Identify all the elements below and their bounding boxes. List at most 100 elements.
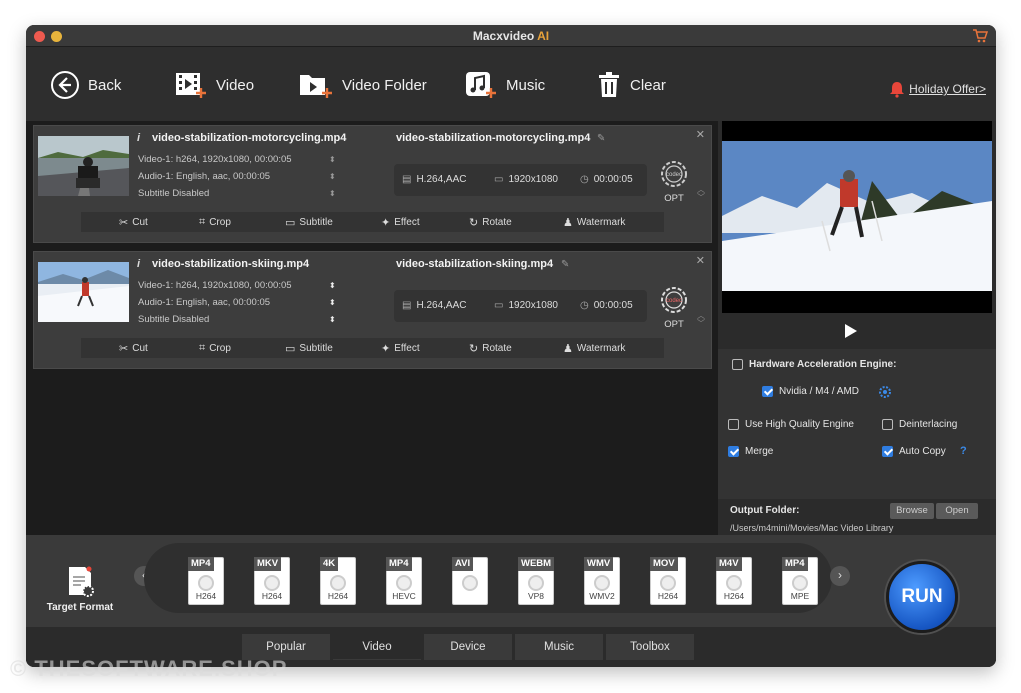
subtitle-track[interactable]: Subtitle Disabled (138, 314, 209, 325)
settings-panel: Hardware Acceleration Engine: Nvidia / M… (718, 349, 996, 499)
codec-options-button[interactable]: codec OPT (656, 284, 692, 330)
hq-engine-checkbox-box[interactable] (728, 419, 739, 430)
add-video-icon (176, 73, 206, 98)
codec-info: ▤ H.264,AAC (402, 174, 467, 185)
run-button[interactable]: RUN (886, 561, 958, 633)
output-filename[interactable]: video-stabilization-motorcycling.mp4 (396, 132, 590, 144)
video-track[interactable]: Video-1: h264, 1920x1080, 00:00:05 (138, 154, 292, 165)
clear-button[interactable]: Clear (596, 69, 666, 101)
video-thumbnail[interactable] (38, 262, 129, 322)
format-codec: VP8 (527, 591, 545, 601)
output-folder-panel: Output Folder: /Users/m4mini/Movies/Mac … (718, 499, 996, 535)
tab-toolbox[interactable]: Toolbox (606, 634, 694, 660)
help-icon[interactable]: ? (960, 445, 967, 457)
auto-copy-checkbox[interactable]: Auto Copy (882, 446, 946, 457)
target-format-button[interactable]: Target Format (40, 565, 120, 613)
merge-checkbox-box[interactable] (728, 446, 739, 457)
video-item[interactable]: i video-stabilization-skiing.mp4 Video-1… (33, 251, 712, 369)
codec-options-button[interactable]: codec OPT (656, 158, 692, 204)
format-tile[interactable]: MP4 HEVC (386, 557, 422, 605)
effect-button[interactable]: ✦ Effect (381, 216, 420, 229)
audio-track-stepper-icon[interactable]: ⬍ (329, 298, 336, 307)
hw-accel-checkbox[interactable]: Hardware Acceleration Engine: (732, 359, 896, 370)
watermark-button[interactable]: ♟ Watermark (563, 342, 625, 355)
video-item[interactable]: i video-stabilization-motorcycling.mp4 V… (33, 125, 712, 243)
tab-device[interactable]: Device (424, 634, 512, 660)
window-title: Macxvideo AI (472, 29, 550, 43)
reorder-icon[interactable]: ︿ ﹀ (697, 312, 705, 328)
cut-button[interactable]: ✂ Cut (119, 342, 148, 355)
crop-button[interactable]: ⌗ Crop (199, 216, 231, 229)
info-icon[interactable]: i (137, 258, 140, 270)
remove-item-icon[interactable]: ✕ (696, 254, 705, 267)
format-codec: H264 (657, 591, 679, 601)
hq-engine-checkbox[interactable]: Use High Quality Engine (728, 419, 854, 430)
carousel-next-icon[interactable]: › (830, 566, 850, 586)
video-track-stepper-icon[interactable]: ⬍ (329, 281, 336, 290)
format-tile[interactable]: MKV H264 (254, 557, 290, 605)
merge-checkbox[interactable]: Merge (728, 446, 773, 457)
subtitle-button[interactable]: ▭ Subtitle (285, 342, 333, 355)
format-tile[interactable]: WMV WMV2 (584, 557, 620, 605)
format-tile[interactable]: AVI (452, 557, 488, 605)
crop-button[interactable]: ⌗ Crop (199, 342, 231, 355)
output-spec: ▤ H.264,AAC ▭ 1920x1080 ◷ 00:00:05 (394, 290, 647, 322)
rename-pencil-icon[interactable]: ✎ (597, 133, 605, 144)
deinterlacing-checkbox[interactable]: Deinterlacing (882, 419, 957, 430)
subtitle-button[interactable]: ▭ Subtitle (285, 216, 333, 229)
subtitle-stepper-icon[interactable]: ⬍ (329, 189, 336, 198)
tab-video[interactable]: Video (333, 634, 421, 660)
format-name: MP4 (386, 557, 412, 571)
subtitle-stepper-icon[interactable]: ⬍ (329, 315, 336, 324)
back-button[interactable]: Back (50, 69, 121, 101)
rotate-button[interactable]: ↻ Rotate (469, 342, 512, 355)
app-window: Macxvideo AI Back Video Video Folder Mus… (26, 25, 996, 667)
rename-pencil-icon[interactable]: ✎ (561, 259, 569, 270)
rotate-button[interactable]: ↻ Rotate (469, 216, 512, 229)
audio-track[interactable]: Audio-1: English, aac, 00:00:05 (138, 171, 270, 182)
video-track[interactable]: Video-1: h264, 1920x1080, 00:00:05 (138, 280, 292, 291)
disc-icon (396, 575, 412, 591)
subtitle-track[interactable]: Subtitle Disabled (138, 188, 209, 199)
deinterlacing-checkbox-box[interactable] (882, 419, 893, 430)
open-button[interactable]: Open (936, 503, 978, 519)
browse-button[interactable]: Browse (890, 503, 934, 519)
add-music-button[interactable]: Music (464, 69, 545, 101)
output-filename[interactable]: video-stabilization-skiing.mp4 (396, 258, 553, 270)
codec-gear-icon: codec (661, 287, 687, 313)
holiday-offer-link[interactable]: Holiday Offer> (889, 80, 986, 98)
format-tile[interactable]: M4V H264 (716, 557, 752, 605)
svg-text:codec: codec (666, 172, 682, 178)
play-button[interactable] (845, 324, 857, 338)
gpu-checkbox[interactable]: Nvidia / M4 / AMD (762, 386, 859, 397)
video-preview[interactable] (722, 121, 992, 313)
audio-track[interactable]: Audio-1: English, aac, 00:00:05 (138, 297, 270, 308)
right-panel: Hardware Acceleration Engine: Nvidia / M… (718, 121, 996, 535)
hw-accel-checkbox-box[interactable] (732, 359, 743, 370)
auto-copy-checkbox-box[interactable] (882, 446, 893, 457)
add-video-button[interactable]: Video (174, 69, 254, 101)
format-tile[interactable]: MP4 MPE (782, 557, 818, 605)
format-tile[interactable]: WEBM VP8 (518, 557, 555, 605)
format-tile[interactable]: MOV H264 (650, 557, 686, 605)
video-thumbnail[interactable] (38, 136, 129, 196)
back-label: Back (88, 76, 122, 94)
remove-item-icon[interactable]: ✕ (696, 128, 705, 141)
add-video-folder-button[interactable]: Video Folder (298, 69, 427, 101)
subtitle-icon: ▭ (285, 217, 296, 229)
cart-icon[interactable] (972, 28, 988, 44)
format-tile[interactable]: MP4 H264 (188, 557, 224, 605)
video-track-stepper-icon[interactable]: ⬍ (329, 155, 336, 164)
gpu-checkbox-box[interactable] (762, 386, 773, 397)
gpu-settings-gear-icon[interactable] (878, 385, 892, 399)
format-codec: H264 (723, 591, 745, 601)
watermark-button[interactable]: ♟ Watermark (563, 216, 625, 229)
audio-track-stepper-icon[interactable]: ⬍ (329, 172, 336, 181)
info-icon[interactable]: i (137, 132, 140, 144)
reorder-icon[interactable]: ︿ ﹀ (697, 186, 705, 202)
tab-music[interactable]: Music (515, 634, 603, 660)
effect-button[interactable]: ✦ Effect (381, 342, 420, 355)
format-tile[interactable]: 4K H264 (320, 557, 356, 605)
back-arrow-icon (51, 71, 79, 99)
cut-button[interactable]: ✂ Cut (119, 216, 148, 229)
